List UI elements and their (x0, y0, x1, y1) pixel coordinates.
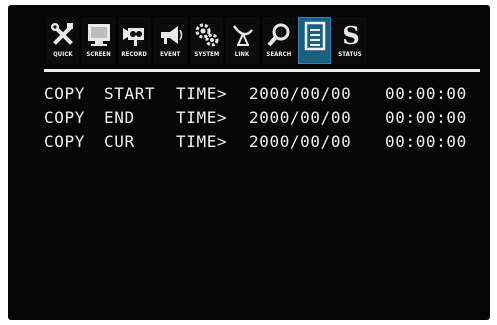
gears-icon (193, 21, 221, 49)
tab-screen-label: SCREEN (86, 51, 111, 58)
magnifier-icon (265, 21, 293, 49)
row-label-copy: COPY (44, 131, 85, 151)
copy-cur-time-value: 00:00:00 (385, 131, 467, 151)
copy-end-time-row[interactable]: COPY END TIME> 2000/00/00 00:00:00 (44, 105, 485, 129)
row-label-kind: END (104, 107, 135, 127)
svg-text:S: S (342, 22, 359, 48)
copy-start-time-row[interactable]: COPY START TIME> 2000/00/00 00:00:00 (44, 81, 485, 105)
tab-event-label: EVENT (160, 51, 181, 58)
row-label-time: TIME> (176, 83, 228, 103)
tab-screen[interactable]: SCREEN (82, 17, 115, 64)
copy-time-list: COPY START TIME> 2000/00/00 00:00:00 COP… (44, 81, 485, 153)
megaphone-icon (157, 21, 185, 49)
document-icon (301, 21, 329, 51)
satellite-icon (229, 21, 257, 49)
tab-status-label: STATUS (338, 51, 363, 58)
tab-search-label: SEARCH (266, 51, 291, 58)
tab-link-label: LINK (235, 51, 250, 58)
tab-link[interactable]: LINK (226, 17, 259, 64)
toolbar-divider (44, 69, 480, 72)
row-label-kind: CUR (104, 131, 135, 151)
tab-quick[interactable]: QUICK (46, 17, 79, 64)
menu-toolbar: QUICK SCREEN RECORD EVENT SYSTEM LINK SE… (46, 17, 367, 69)
tab-record[interactable]: RECORD (118, 17, 151, 64)
tab-system-label: SYSTEM (194, 51, 219, 58)
copy-end-date-value[interactable]: 2000/00/00 (249, 108, 385, 127)
row-label-copy: COPY (44, 107, 85, 127)
tab-search[interactable]: SEARCH (262, 17, 295, 64)
copy-cur-date-value: 2000/00/00 (249, 131, 352, 151)
copy-start-time-value[interactable]: 00:00:00 (385, 84, 485, 103)
dvr-screen: QUICK SCREEN RECORD EVENT SYSTEM LINK SE… (8, 5, 490, 320)
tab-copy[interactable] (298, 17, 331, 64)
row-label-time: TIME> (176, 131, 228, 151)
copy-end-time-value[interactable]: 00:00:00 (385, 108, 485, 127)
copy-cur-time-row[interactable]: COPY CUR TIME> 2000/00/00 00:00:00 (44, 129, 485, 153)
tab-event[interactable]: EVENT (154, 17, 187, 64)
tab-quick-label: QUICK (52, 51, 73, 58)
row-label-copy: COPY (44, 83, 85, 103)
row-label-time: TIME> (176, 107, 228, 127)
status-s-icon: S (337, 21, 365, 49)
row-label-kind: START (104, 83, 156, 103)
tab-system[interactable]: SYSTEM (190, 17, 223, 64)
tab-status[interactable]: S STATUS (334, 17, 367, 64)
camera-icon (121, 21, 149, 49)
monitor-icon (85, 21, 113, 49)
quick-tools-icon (49, 21, 77, 49)
copy-start-date-value[interactable]: 2000/00/00 (249, 84, 385, 103)
tab-record-label: RECORD (121, 51, 148, 58)
